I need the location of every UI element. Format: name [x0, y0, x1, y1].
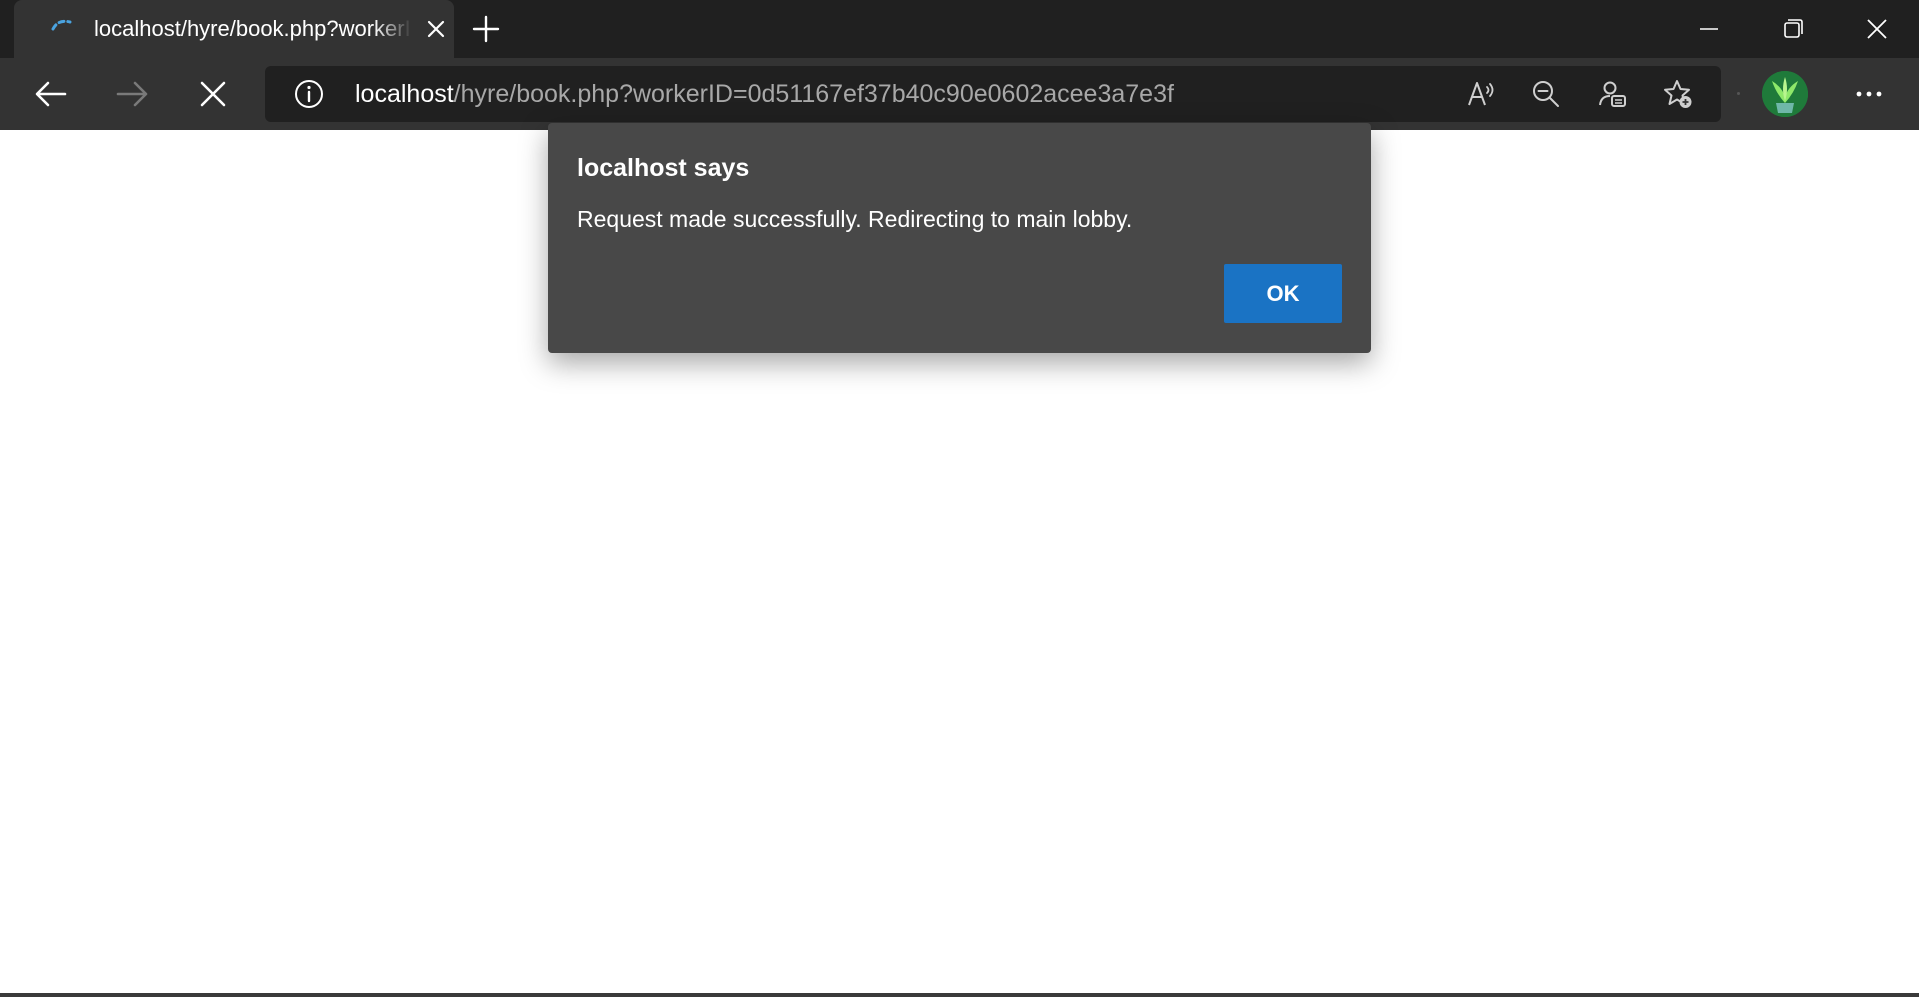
tab-close-icon[interactable]	[424, 17, 448, 41]
forward-arrow-icon[interactable]	[110, 72, 154, 116]
plant-avatar-icon	[1762, 71, 1808, 117]
profile-avatar[interactable]	[1762, 71, 1808, 117]
more-options-icon[interactable]	[1853, 78, 1885, 110]
back-arrow-icon[interactable]	[29, 72, 73, 116]
browser-tab-active[interactable]: localhost/hyre/book.php?workerID=0d51167…	[14, 0, 454, 58]
restore-icon[interactable]	[1778, 14, 1808, 44]
address-bar[interactable]: localhost/hyre/book.php?workerID=0d51167…	[265, 66, 1721, 122]
browser-title-bar: localhost/hyre/book.php?workerID=0d51167…	[0, 0, 1919, 58]
url-path: /hyre/book.php?workerID=0d51167ef37b40c9…	[453, 80, 1174, 108]
browser-toolbar: localhost/hyre/book.php?workerID=0d51167…	[0, 58, 1919, 130]
stop-loading-icon[interactable]	[191, 72, 235, 116]
dialog-message: Request made successfully. Redirecting t…	[577, 206, 1133, 232]
close-window-icon[interactable]	[1862, 14, 1892, 44]
browser-essentials-icon[interactable]	[1597, 78, 1629, 110]
read-aloud-icon[interactable]	[1465, 78, 1497, 110]
zoom-out-icon[interactable]	[1530, 78, 1562, 110]
add-favorite-icon[interactable]	[1662, 78, 1694, 110]
window-bottom-edge	[0, 993, 1919, 997]
toolbar-separator	[1737, 92, 1740, 95]
new-tab-icon[interactable]	[470, 13, 502, 45]
ok-button[interactable]: OK	[1224, 264, 1342, 323]
dialog-title: localhost says	[577, 154, 750, 182]
tab-title: localhost/hyre/book.php?workerID=0d51167…	[94, 16, 412, 41]
alert-dialog: localhost says Request made successfully…	[548, 123, 1371, 353]
url-text[interactable]: localhost/hyre/book.php?workerID=0d51167…	[355, 79, 1174, 109]
loading-spinner-icon	[51, 19, 72, 31]
url-host: localhost	[355, 80, 454, 108]
minimize-icon[interactable]	[1694, 14, 1724, 44]
info-icon[interactable]	[293, 78, 325, 110]
